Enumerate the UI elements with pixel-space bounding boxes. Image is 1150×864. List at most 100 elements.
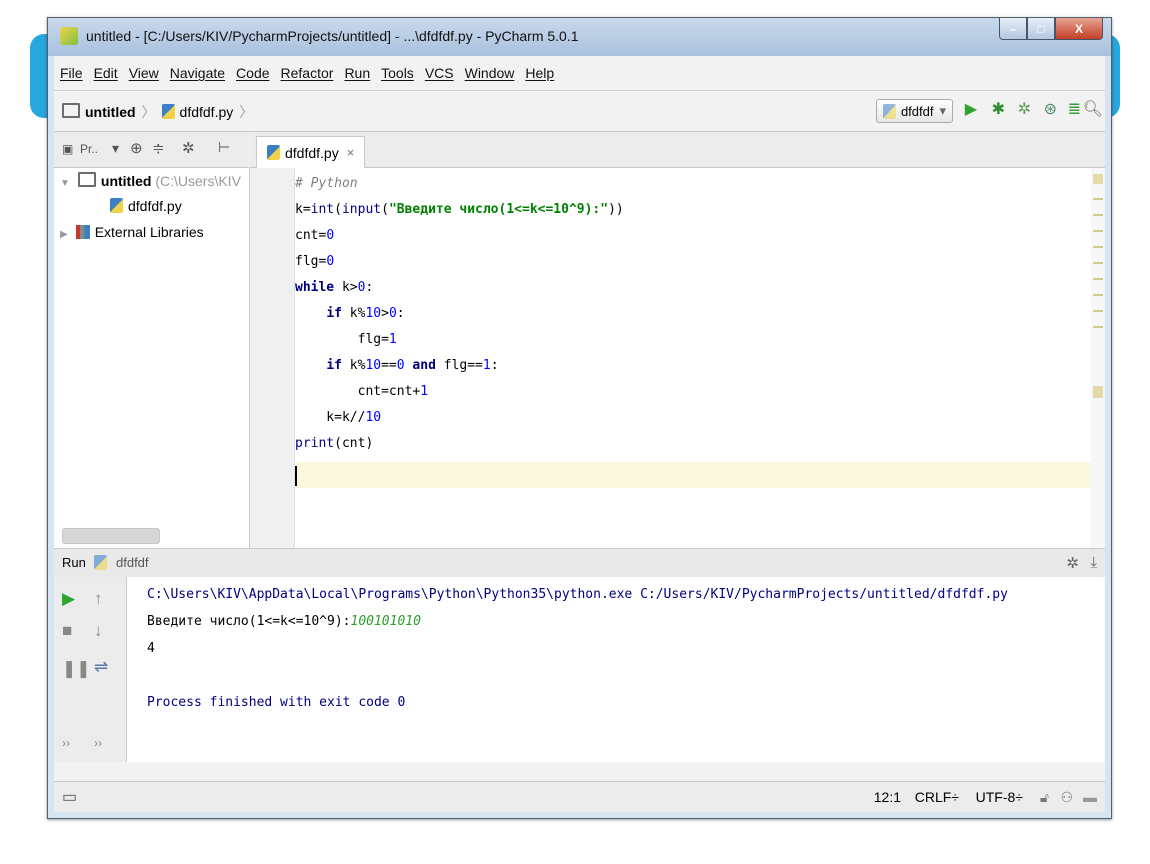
tab-label: dfdfdf.py: [285, 144, 339, 161]
folder-icon: [62, 103, 80, 118]
ide-body: File Edit View Navigate Code Refactor Ru…: [54, 56, 1105, 812]
run-toolwindow-header: Run dfdfdf ✲ ⤓: [54, 548, 1105, 578]
warning-marker[interactable]: [1093, 214, 1103, 216]
hide-panel-icon[interactable]: ⤓: [1090, 554, 1097, 571]
tree-item-file[interactable]: dfdfdf.py: [110, 198, 182, 214]
search-icon[interactable]: 🔍︎: [1083, 101, 1103, 119]
coverage-icon[interactable]: ✲: [1018, 101, 1031, 119]
code-line-2: k=int(input("Введите число(1<=k<=10^9):"…: [295, 202, 624, 217]
stop-icon[interactable]: ■: [62, 621, 72, 641]
run-toolwindow-title: Run: [62, 555, 86, 570]
soft-wrap-icon[interactable]: ⇌: [94, 657, 108, 677]
code-line-4: flg=0: [295, 254, 335, 269]
minimize-button[interactable]: –: [999, 18, 1027, 40]
code-editor[interactable]: # Python k=int(input("Введите число(1<=k…: [295, 168, 1105, 548]
code-line-8: if k%10==0 and flg==1:: [326, 358, 499, 373]
close-button[interactable]: X: [1055, 18, 1103, 40]
run-config-label: dfdfdf: [900, 103, 934, 119]
file-encoding[interactable]: UTF-8÷: [976, 789, 1023, 805]
rerun-icon[interactable]: ▶: [62, 589, 75, 609]
expand-arrow-icon[interactable]: ▶: [60, 229, 68, 240]
menu-help[interactable]: Help: [525, 65, 554, 81]
arrow-down-icon[interactable]: ↓: [94, 621, 103, 641]
warning-marker[interactable]: [1093, 262, 1103, 264]
line-separator[interactable]: CRLF÷: [915, 789, 959, 805]
scroll-from-source-icon[interactable]: ⊕: [130, 139, 143, 157]
code-line-1: # Python: [295, 176, 358, 191]
python-file-icon: [267, 145, 280, 160]
project-toolwindow-header: ▣ Pr.. ▾ ⊕ ≑ ✲ ⊢: [54, 132, 249, 168]
profile-icon[interactable]: ⊛: [1044, 101, 1057, 119]
more-actions-icon[interactable]: ››: [62, 733, 70, 753]
event-log-icon[interactable]: ▬: [1083, 789, 1097, 805]
breadcrumb-file[interactable]: dfdfdf.py: [180, 104, 234, 120]
pause-icon[interactable]: ❚❚: [62, 659, 91, 679]
gear-icon[interactable]: ✲: [182, 139, 195, 157]
title-bar[interactable]: untitled - [C:/Users/KIV/PycharmProjects…: [48, 18, 1111, 56]
status-bar: ▭ 12:1 CRLF÷ UTF-8÷ 🔓︎ ⚇ ▬: [54, 781, 1105, 812]
toolwindows-toggle-icon[interactable]: ▭: [62, 787, 77, 807]
menu-refactor[interactable]: Refactor: [281, 65, 334, 81]
hide-panel-icon[interactable]: ⊢: [218, 139, 230, 156]
code-line-10: k=k//10: [295, 410, 382, 425]
expand-arrow-icon[interactable]: ▼: [60, 178, 70, 189]
pycharm-app-icon: [60, 27, 78, 45]
editor-error-stripe[interactable]: [1091, 168, 1105, 548]
editor-gutter[interactable]: [250, 168, 295, 548]
code-line-11: print(cnt): [295, 436, 374, 451]
inspector-icon[interactable]: ⚇: [1060, 789, 1073, 806]
menu-code[interactable]: Code: [236, 65, 269, 81]
warning-marker[interactable]: [1093, 386, 1103, 398]
menu-run[interactable]: Run: [344, 65, 370, 81]
warning-marker[interactable]: [1093, 326, 1103, 328]
navigation-bar: untitled 〉 dfdfdf.py 〉 dfdfdf ▾ ▶ ✱ ✲ ⊛ ≣ 🔍…: [54, 91, 1105, 132]
run-toolbar: ▶ ↑ ■ ↓ ❚❚ ⇌ ›› ››: [54, 577, 127, 762]
lock-icon[interactable]: 🔓︎: [1040, 789, 1049, 806]
project-view-icon[interactable]: ▣: [62, 142, 73, 156]
horizontal-scrollbar[interactable]: [62, 528, 160, 544]
arrow-up-icon[interactable]: ↑: [94, 589, 103, 609]
warning-marker[interactable]: [1093, 294, 1103, 296]
debug-icon[interactable]: ✱: [992, 101, 1005, 119]
tab-dfdfdf-py[interactable]: dfdfdf.py ×: [256, 136, 366, 168]
python-config-icon: [94, 555, 107, 570]
code-line-9: cnt=cnt+1: [295, 384, 429, 399]
menu-navigate[interactable]: Navigate: [170, 65, 225, 81]
menu-window[interactable]: Window: [465, 65, 515, 81]
menu-view[interactable]: View: [129, 65, 159, 81]
tree-item-root[interactable]: ▼ untitled (C:\Users\KIV: [60, 172, 241, 189]
console-prompt-line: Введите число(1<=k<=10^9):100101010: [147, 614, 421, 629]
warning-marker[interactable]: [1093, 246, 1103, 248]
pycharm-window: untitled - [C:/Users/KIV/PycharmProjects…: [47, 17, 1112, 819]
code-line-3: cnt=0: [295, 228, 335, 243]
breadcrumb-separator: 〉: [141, 104, 156, 120]
menu-bar: File Edit View Navigate Code Refactor Ru…: [54, 56, 1105, 91]
tree-item-external-libraries[interactable]: ▶ External Libraries: [60, 224, 204, 240]
menu-edit[interactable]: Edit: [94, 65, 118, 81]
warning-marker[interactable]: [1093, 278, 1103, 280]
maximize-button[interactable]: □: [1027, 18, 1055, 40]
console-exit-message: Process finished with exit code 0: [147, 695, 406, 710]
chevron-down-icon[interactable]: ▾: [112, 140, 119, 157]
run-icon[interactable]: ▶: [965, 101, 977, 119]
caret-position[interactable]: 12:1: [874, 789, 901, 805]
warning-marker[interactable]: [1093, 198, 1103, 200]
gear-icon[interactable]: ✲: [1066, 554, 1079, 572]
concurrency-icon[interactable]: ≣: [1068, 101, 1081, 119]
tree-file-label: dfdfdf.py: [128, 198, 182, 214]
menu-vcs[interactable]: VCS: [425, 65, 454, 81]
breadcrumb-project[interactable]: untitled: [85, 104, 136, 120]
tree-libraries-label: External Libraries: [94, 224, 204, 240]
run-config-selector[interactable]: dfdfdf ▾: [875, 99, 953, 123]
window-controls: – □ X: [999, 18, 1103, 40]
warning-marker[interactable]: [1093, 310, 1103, 312]
more-actions-icon[interactable]: ››: [94, 733, 102, 753]
menu-tools[interactable]: Tools: [381, 65, 414, 81]
run-config-name[interactable]: dfdfdf: [116, 555, 149, 570]
project-view-selector[interactable]: Pr..: [80, 142, 98, 156]
collapse-all-icon[interactable]: ≑: [152, 139, 165, 157]
run-console[interactable]: C:\Users\KIV\AppData\Local\Programs\Pyth…: [127, 577, 1105, 762]
warning-marker[interactable]: [1093, 230, 1103, 232]
close-tab-icon[interactable]: ×: [347, 145, 355, 160]
menu-file[interactable]: File: [60, 65, 83, 81]
